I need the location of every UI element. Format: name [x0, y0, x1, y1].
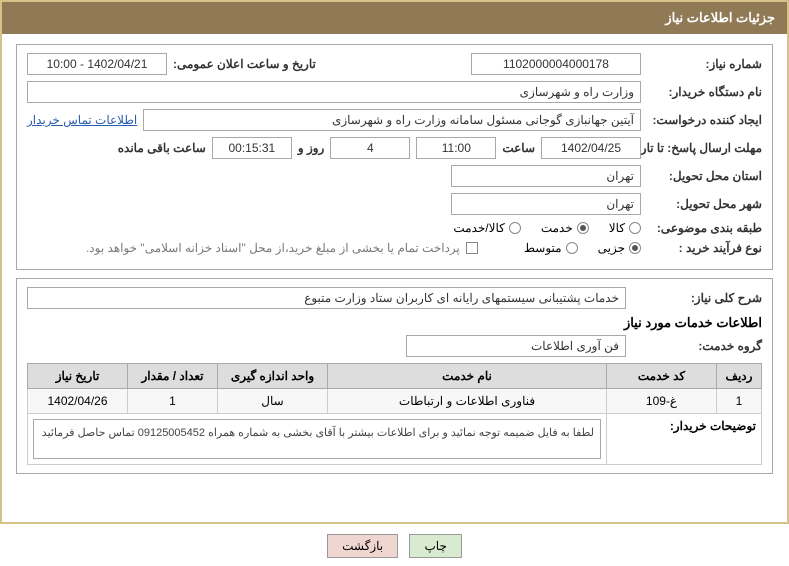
- print-button[interactable]: چاپ: [409, 534, 461, 558]
- delivery-city-label: شهر محل تحویل:: [647, 197, 762, 211]
- deadline-time-value: 11:00: [416, 137, 496, 159]
- th-name: نام خدمت: [328, 364, 607, 389]
- th-date: تاریخ نیاز: [28, 364, 128, 389]
- announce-datetime-value: 1402/04/21 - 10:00: [27, 53, 167, 75]
- days-and-label: روز و: [298, 141, 325, 155]
- need-number-label: شماره نیاز:: [647, 57, 762, 71]
- content-area: AriaTender.net شماره نیاز: 1102000004000…: [2, 34, 787, 484]
- back-button[interactable]: بازگشت: [327, 534, 398, 558]
- page-title: جزئیات اطلاعات نیاز: [2, 2, 787, 34]
- need-number-value: 1102000004000178: [471, 53, 641, 75]
- buttons-row: چاپ بازگشت: [0, 534, 789, 558]
- cell-unit: سال: [218, 389, 328, 414]
- time-remaining-value: 00:15:31: [212, 137, 292, 159]
- days-remaining-value: 4: [330, 137, 410, 159]
- radio-goods[interactable]: کالا: [609, 221, 641, 235]
- radio-minor[interactable]: جزیی: [598, 241, 641, 255]
- radio-circle-icon: [509, 222, 521, 234]
- cell-date: 1402/04/26: [28, 389, 128, 414]
- delivery-province-label: استان محل تحویل:: [647, 169, 762, 183]
- th-qty: تعداد / مقدار: [128, 364, 218, 389]
- th-unit: واحد اندازه گیری: [218, 364, 328, 389]
- need-title-label: شرح کلی نیاز:: [632, 291, 762, 305]
- buyer-notes-label: توضیحات خریدار:: [607, 414, 762, 465]
- radio-medium-label: متوسط: [524, 241, 562, 255]
- radio-circle-icon: [566, 242, 578, 254]
- announce-datetime-label: تاریخ و ساعت اعلان عمومی:: [173, 57, 316, 71]
- service-group-label: گروه خدمت:: [632, 339, 762, 353]
- services-table: ردیف کد خدمت نام خدمت واحد اندازه گیری ت…: [27, 363, 762, 465]
- cell-code: غ-109: [607, 389, 717, 414]
- cell-qty: 1: [128, 389, 218, 414]
- time-remaining-label: ساعت باقی مانده: [118, 141, 206, 155]
- radio-circle-icon: [629, 222, 641, 234]
- table-row: 1 غ-109 فناوری اطلاعات و ارتباطات سال 1 …: [28, 389, 762, 414]
- treasury-checkbox[interactable]: [466, 242, 478, 254]
- delivery-province-value: تهران: [451, 165, 641, 187]
- services-section-label: اطلاعات خدمات مورد نیاز: [27, 315, 762, 331]
- buyer-org-value: وزارت راه و شهرسازی: [27, 81, 641, 103]
- buyer-org-label: نام دستگاه خریدار:: [647, 85, 762, 99]
- form-section: شماره نیاز: 1102000004000178 تاریخ و ساع…: [16, 44, 773, 270]
- deadline-label: مهلت ارسال پاسخ: تا تاریخ:: [647, 141, 762, 155]
- th-code: کد خدمت: [607, 364, 717, 389]
- service-group-value: فن آوری اطلاعات: [406, 335, 626, 357]
- buyer-notes-row: توضیحات خریدار: لطفا به فایل ضمیمه توجه …: [28, 414, 762, 465]
- cell-name: فناوری اطلاعات و ارتباطات: [328, 389, 607, 414]
- radio-medium[interactable]: متوسط: [524, 241, 578, 255]
- th-row: ردیف: [717, 364, 762, 389]
- radio-service[interactable]: خدمت: [541, 221, 589, 235]
- treasury-note: پرداخت تمام یا بخشی از مبلغ خرید،از محل …: [86, 241, 460, 255]
- time-label: ساعت: [502, 141, 535, 155]
- radio-goods-label: کالا: [609, 221, 625, 235]
- requester-value: آیتین جهانبازی گوجانی مسئول سامانه وزارت…: [143, 109, 641, 131]
- purchase-type-label: نوع فرآیند خرید :: [647, 241, 762, 255]
- cell-row: 1: [717, 389, 762, 414]
- category-label: طبقه بندی موضوعی:: [647, 221, 762, 235]
- delivery-city-value: تهران: [451, 193, 641, 215]
- buyer-notes-value: لطفا به فایل ضمیمه توجه نمائید و برای اط…: [33, 419, 601, 459]
- description-section: شرح کلی نیاز: خدمات پشتیبانی سیستمهای را…: [16, 278, 773, 474]
- table-header-row: ردیف کد خدمت نام خدمت واحد اندازه گیری ت…: [28, 364, 762, 389]
- radio-service-label: خدمت: [541, 221, 573, 235]
- main-container: جزئیات اطلاعات نیاز AriaTender.net شماره…: [0, 0, 789, 524]
- radio-circle-checked-icon: [577, 222, 589, 234]
- buyer-contact-link[interactable]: اطلاعات تماس خریدار: [27, 113, 137, 127]
- radio-goods-service[interactable]: کالا/خدمت: [453, 221, 520, 235]
- radio-circle-checked-icon: [629, 242, 641, 254]
- radio-minor-label: جزیی: [598, 241, 625, 255]
- deadline-date-value: 1402/04/25: [541, 137, 641, 159]
- radio-goods-service-label: کالا/خدمت: [453, 221, 504, 235]
- need-title-value: خدمات پشتیبانی سیستمهای رایانه ای کاربرا…: [27, 287, 626, 309]
- requester-label: ایجاد کننده درخواست:: [647, 113, 762, 127]
